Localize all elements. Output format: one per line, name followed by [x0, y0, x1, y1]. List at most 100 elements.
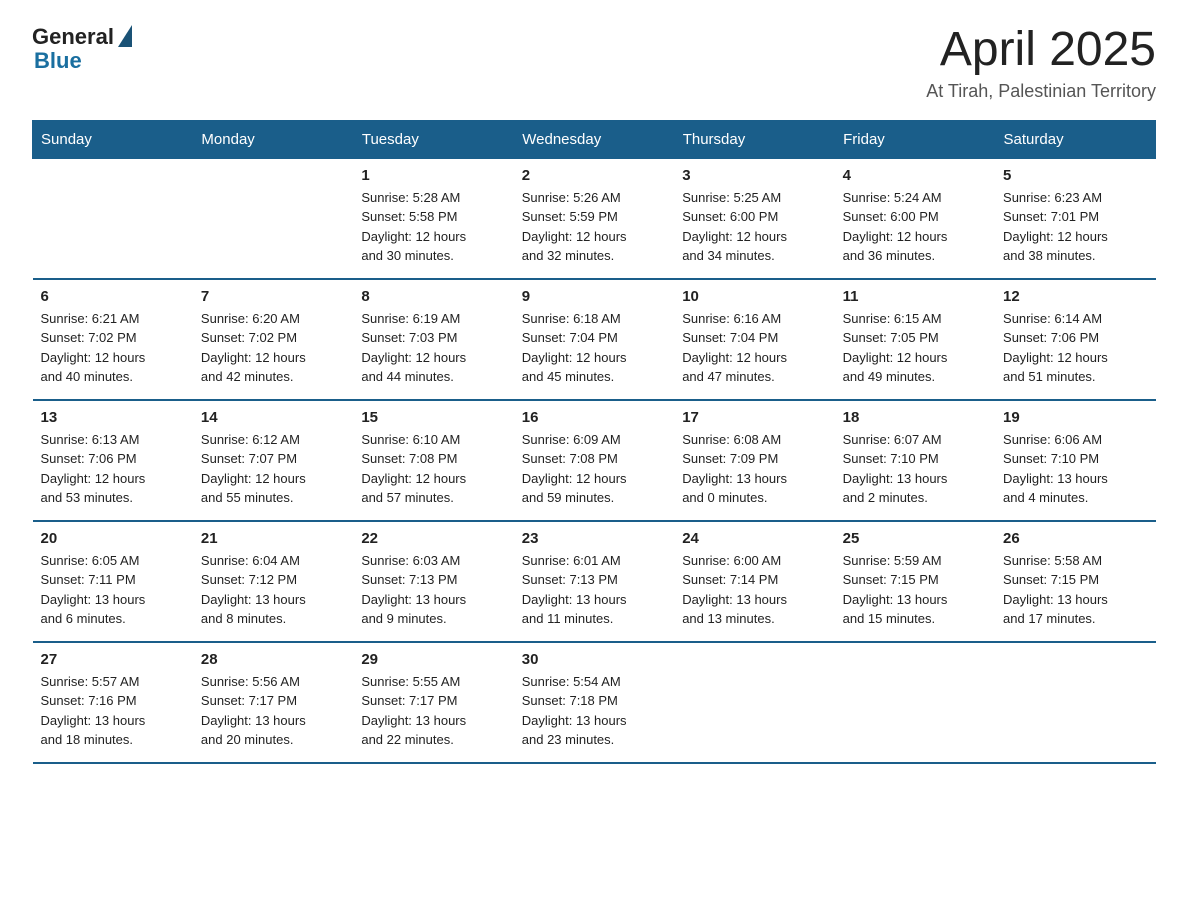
day-info: Sunrise: 5:56 AM Sunset: 7:17 PM Dayligh…	[201, 672, 345, 750]
day-number: 28	[201, 651, 345, 668]
day-info: Sunrise: 6:16 AM Sunset: 7:04 PM Dayligh…	[682, 309, 826, 387]
week-row-3: 13 Sunrise: 6:13 AM Sunset: 7:06 PM Dayli…	[33, 400, 1156, 521]
calendar-table: SundayMondayTuesdayWednesdayThursdayFrid…	[32, 120, 1156, 764]
calendar-cell: 12 Sunrise: 6:14 AM Sunset: 7:06 PM Dayli…	[995, 279, 1155, 400]
day-number: 5	[1003, 167, 1147, 184]
day-info: Sunrise: 6:04 AM Sunset: 7:12 PM Dayligh…	[201, 551, 345, 629]
calendar-cell: 2Sunrise: 5:26 AM Sunset: 5:59 PM Daylig…	[514, 158, 674, 279]
day-number: 22	[361, 530, 505, 547]
week-row-5: 27Sunrise: 5:57 AM Sunset: 7:16 PM Dayli…	[33, 642, 1156, 763]
day-number: 26	[1003, 530, 1147, 547]
calendar-cell: 21 Sunrise: 6:04 AM Sunset: 7:12 PM Dayli…	[193, 521, 353, 642]
calendar-cell: 29 Sunrise: 5:55 AM Sunset: 7:17 PM Dayli…	[353, 642, 513, 763]
day-number: 16	[522, 409, 666, 426]
weekday-header-row: SundayMondayTuesdayWednesdayThursdayFrid…	[33, 120, 1156, 158]
logo-triangle-icon	[118, 25, 132, 47]
day-number: 3	[682, 167, 826, 184]
day-number: 6	[41, 288, 185, 305]
day-number: 25	[843, 530, 987, 547]
calendar-cell: 6 Sunrise: 6:21 AM Sunset: 7:02 PM Daylig…	[33, 279, 193, 400]
day-number: 23	[522, 530, 666, 547]
title-section: April 2025 At Tirah, Palestinian Territo…	[926, 24, 1156, 102]
day-number: 7	[201, 288, 345, 305]
logo-general-text: General	[32, 24, 114, 50]
weekday-header-friday: Friday	[835, 120, 995, 158]
calendar-cell: 18 Sunrise: 6:07 AM Sunset: 7:10 PM Dayli…	[835, 400, 995, 521]
day-number: 29	[361, 651, 505, 668]
day-number: 20	[41, 530, 185, 547]
day-number: 4	[843, 167, 987, 184]
day-info: Sunrise: 6:00 AM Sunset: 7:14 PM Dayligh…	[682, 551, 826, 629]
calendar-cell: 19Sunrise: 6:06 AM Sunset: 7:10 PM Dayli…	[995, 400, 1155, 521]
day-info: Sunrise: 5:25 AM Sunset: 6:00 PM Dayligh…	[682, 188, 826, 266]
day-info: Sunrise: 6:05 AM Sunset: 7:11 PM Dayligh…	[41, 551, 185, 629]
day-info: Sunrise: 6:07 AM Sunset: 7:10 PM Dayligh…	[843, 430, 987, 508]
day-number: 11	[843, 288, 987, 305]
day-info: Sunrise: 6:19 AM Sunset: 7:03 PM Dayligh…	[361, 309, 505, 387]
week-row-4: 20 Sunrise: 6:05 AM Sunset: 7:11 PM Dayli…	[33, 521, 1156, 642]
calendar-cell: 8 Sunrise: 6:19 AM Sunset: 7:03 PM Daylig…	[353, 279, 513, 400]
calendar-cell: 3 Sunrise: 5:25 AM Sunset: 6:00 PM Daylig…	[674, 158, 834, 279]
calendar-cell	[33, 158, 193, 279]
day-number: 15	[361, 409, 505, 426]
day-info: Sunrise: 6:12 AM Sunset: 7:07 PM Dayligh…	[201, 430, 345, 508]
location-subtitle: At Tirah, Palestinian Territory	[926, 81, 1156, 102]
day-number: 19	[1003, 409, 1147, 426]
day-number: 2	[522, 167, 666, 184]
day-info: Sunrise: 6:08 AM Sunset: 7:09 PM Dayligh…	[682, 430, 826, 508]
calendar-cell: 10Sunrise: 6:16 AM Sunset: 7:04 PM Dayli…	[674, 279, 834, 400]
day-number: 9	[522, 288, 666, 305]
day-info: Sunrise: 5:54 AM Sunset: 7:18 PM Dayligh…	[522, 672, 666, 750]
calendar-cell: 20 Sunrise: 6:05 AM Sunset: 7:11 PM Dayli…	[33, 521, 193, 642]
day-info: Sunrise: 6:15 AM Sunset: 7:05 PM Dayligh…	[843, 309, 987, 387]
day-number: 8	[361, 288, 505, 305]
day-info: Sunrise: 6:09 AM Sunset: 7:08 PM Dayligh…	[522, 430, 666, 508]
calendar-cell: 5 Sunrise: 6:23 AM Sunset: 7:01 PM Daylig…	[995, 158, 1155, 279]
day-number: 21	[201, 530, 345, 547]
day-info: Sunrise: 5:24 AM Sunset: 6:00 PM Dayligh…	[843, 188, 987, 266]
calendar-cell: 15 Sunrise: 6:10 AM Sunset: 7:08 PM Dayli…	[353, 400, 513, 521]
page-header: General Blue April 2025 At Tirah, Palest…	[32, 24, 1156, 102]
weekday-header-saturday: Saturday	[995, 120, 1155, 158]
day-info: Sunrise: 6:10 AM Sunset: 7:08 PM Dayligh…	[361, 430, 505, 508]
calendar-cell	[835, 642, 995, 763]
logo-blue-text: Blue	[34, 48, 82, 74]
calendar-cell: 24 Sunrise: 6:00 AM Sunset: 7:14 PM Dayli…	[674, 521, 834, 642]
calendar-cell: 13 Sunrise: 6:13 AM Sunset: 7:06 PM Dayli…	[33, 400, 193, 521]
day-number: 30	[522, 651, 666, 668]
day-info: Sunrise: 5:59 AM Sunset: 7:15 PM Dayligh…	[843, 551, 987, 629]
day-info: Sunrise: 6:23 AM Sunset: 7:01 PM Dayligh…	[1003, 188, 1147, 266]
day-number: 27	[41, 651, 185, 668]
day-number: 12	[1003, 288, 1147, 305]
calendar-cell: 26 Sunrise: 5:58 AM Sunset: 7:15 PM Dayli…	[995, 521, 1155, 642]
calendar-cell	[674, 642, 834, 763]
weekday-header-monday: Monday	[193, 120, 353, 158]
calendar-cell: 28 Sunrise: 5:56 AM Sunset: 7:17 PM Dayli…	[193, 642, 353, 763]
logo: General Blue	[32, 24, 132, 74]
calendar-cell: 7 Sunrise: 6:20 AM Sunset: 7:02 PM Daylig…	[193, 279, 353, 400]
calendar-cell: 4 Sunrise: 5:24 AM Sunset: 6:00 PM Daylig…	[835, 158, 995, 279]
calendar-cell: 22 Sunrise: 6:03 AM Sunset: 7:13 PM Dayli…	[353, 521, 513, 642]
day-info: Sunrise: 6:14 AM Sunset: 7:06 PM Dayligh…	[1003, 309, 1147, 387]
day-number: 24	[682, 530, 826, 547]
day-number: 18	[843, 409, 987, 426]
day-info: Sunrise: 6:13 AM Sunset: 7:06 PM Dayligh…	[41, 430, 185, 508]
calendar-cell: 14Sunrise: 6:12 AM Sunset: 7:07 PM Dayli…	[193, 400, 353, 521]
day-info: Sunrise: 5:58 AM Sunset: 7:15 PM Dayligh…	[1003, 551, 1147, 629]
calendar-cell	[995, 642, 1155, 763]
calendar-cell: 23Sunrise: 6:01 AM Sunset: 7:13 PM Dayli…	[514, 521, 674, 642]
week-row-1: 1Sunrise: 5:28 AM Sunset: 5:58 PM Daylig…	[33, 158, 1156, 279]
calendar-header: SundayMondayTuesdayWednesdayThursdayFrid…	[33, 120, 1156, 158]
day-info: Sunrise: 6:03 AM Sunset: 7:13 PM Dayligh…	[361, 551, 505, 629]
weekday-header-thursday: Thursday	[674, 120, 834, 158]
day-info: Sunrise: 6:21 AM Sunset: 7:02 PM Dayligh…	[41, 309, 185, 387]
week-row-2: 6 Sunrise: 6:21 AM Sunset: 7:02 PM Daylig…	[33, 279, 1156, 400]
calendar-cell	[193, 158, 353, 279]
day-number: 13	[41, 409, 185, 426]
calendar-cell: 11 Sunrise: 6:15 AM Sunset: 7:05 PM Dayli…	[835, 279, 995, 400]
day-info: Sunrise: 5:55 AM Sunset: 7:17 PM Dayligh…	[361, 672, 505, 750]
day-info: Sunrise: 6:18 AM Sunset: 7:04 PM Dayligh…	[522, 309, 666, 387]
weekday-header-sunday: Sunday	[33, 120, 193, 158]
day-info: Sunrise: 6:20 AM Sunset: 7:02 PM Dayligh…	[201, 309, 345, 387]
calendar-cell: 1Sunrise: 5:28 AM Sunset: 5:58 PM Daylig…	[353, 158, 513, 279]
